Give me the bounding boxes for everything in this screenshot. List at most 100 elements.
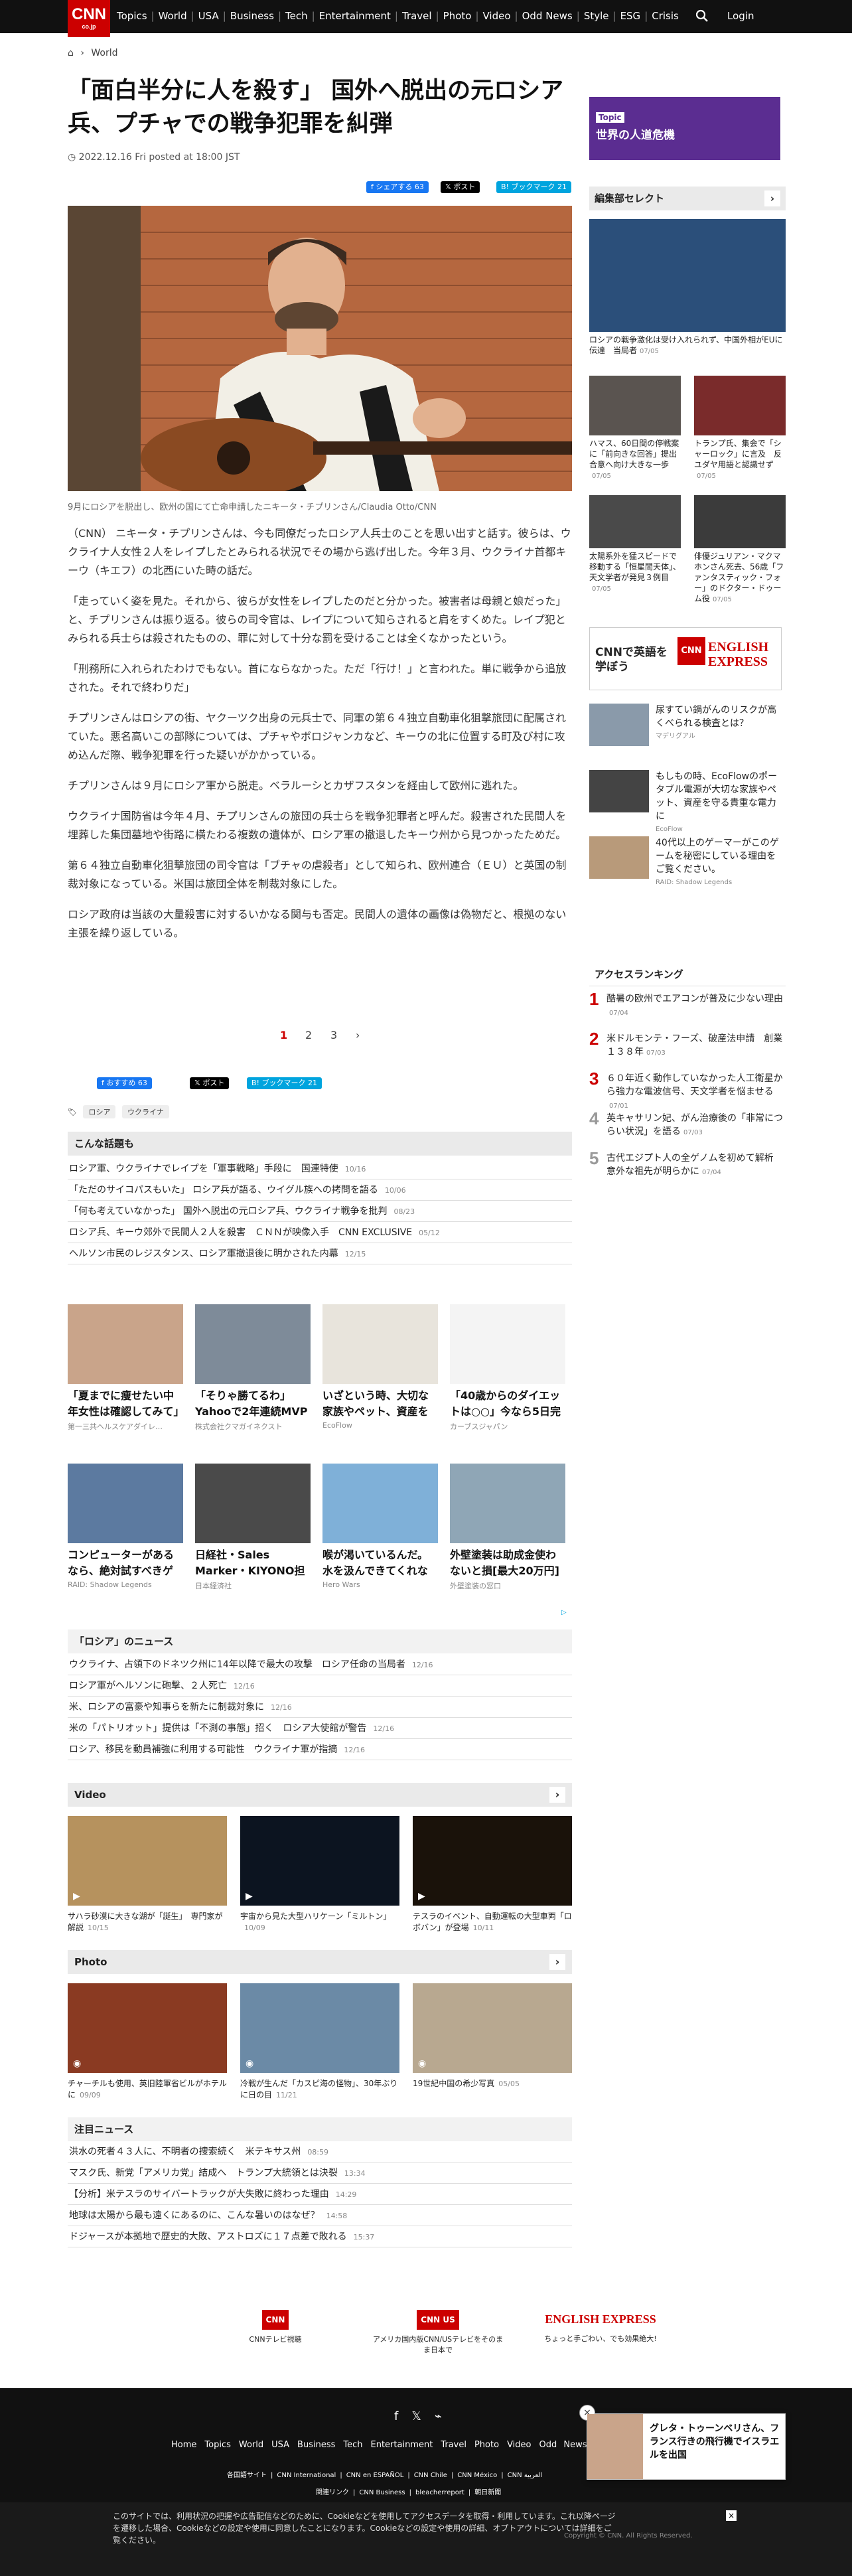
media-card[interactable]: ▶ テスラのイベント、自動運転の大型車両「ロボバン」が登場 10/11 (413, 1816, 572, 1933)
sponsored-card[interactable]: いざという時、大切な家族やペット、資産を守る準備はできてい… EcoFlow (322, 1304, 438, 1430)
photo-more-icon[interactable]: › (549, 1954, 565, 1970)
list-item[interactable]: 米の「パトリオット」提供は「不測の事態」招く ロシア大使館が警告 12/16 (68, 1718, 572, 1739)
cookie-close-icon[interactable]: × (726, 2510, 737, 2521)
footer-nav-item[interactable]: Travel (441, 2440, 466, 2450)
notification-popup[interactable]: × グレタ・トゥーンベリさん、フランス行きの飛行機でイスラエルを出国 (579, 2405, 786, 2480)
footer-link[interactable]: 関連リンク (316, 2489, 349, 2496)
list-item[interactable]: 「何も考えていなかった」 国外へ脱出の元ロシア兵、ウクライナ戦争を批判 08/23 (68, 1201, 572, 1222)
sponsored-card[interactable]: 外壁塗装は助成金使わないと損[最大20万円]外壁塗装の助成金外壁塗装の窓口 (450, 1464, 565, 1591)
topic-banner[interactable]: Topic 世界の人道危機 (589, 97, 780, 160)
footer-nav-item[interactable]: Topics (204, 2440, 230, 2450)
media-card[interactable]: ▶ サハラ砂漠に大きな湖が「誕生」 専門家が解説 10/15 (68, 1816, 227, 1933)
footer-link[interactable]: bleacherreport (415, 2489, 464, 2496)
editor-pick-card[interactable]: 俳優ジュリアン・マクマホンさん死去、56歳「ファンタスティック・フォー」のドクタ… (694, 495, 786, 605)
hatena-bookmark-button[interactable]: B! ブックマーク 21 (496, 181, 571, 193)
list-item[interactable]: ロシア兵、キーウ郊外で民間人２人を殺害 ＣＮＮが映像入手 CNN EXCLUSI… (68, 1222, 572, 1243)
list-item[interactable]: ヘルソン市民のレジスタンス、ロシア軍撤退後に明かされた内幕 12/15 (68, 1243, 572, 1264)
media-card[interactable]: ◉ チャーチルも使用、英旧陸軍省ビルがホテルに 09/09 (68, 1983, 227, 2101)
nav-item[interactable]: Travel (402, 10, 432, 22)
ranking-item[interactable]: 4 英キャサリン妃、がん治療後の「非常につらい状況」を語る 07/03 (589, 1110, 786, 1145)
list-item[interactable]: 米、ロシアの富豪や知事らを新たに制裁対象に 12/16 (68, 1697, 572, 1718)
nav-item[interactable]: Video (483, 10, 511, 22)
list-item[interactable]: 地球は太陽から最も遠くにあるのに、こんな暑いのはなぜ？ 14:58 (68, 2205, 572, 2226)
x-post-button-bottom[interactable]: 𝕏 ポスト (190, 1077, 230, 1089)
facebook-recommend-button[interactable]: f おすすめ 63 (97, 1077, 152, 1089)
nav-item[interactable]: USA (198, 10, 219, 22)
nav-item[interactable]: Tech (285, 10, 308, 22)
footer-nav-item[interactable]: Photo (474, 2440, 499, 2450)
hatena-bookmark-button-bottom[interactable]: B! ブックマーク 21 (247, 1077, 322, 1089)
breadcrumb-world[interactable]: World (91, 48, 117, 58)
footer-link[interactable]: CNN México (457, 2472, 497, 2479)
footer-nav-item[interactable]: Odd News (539, 2440, 587, 2450)
footer-nav-item[interactable]: Home (171, 2440, 196, 2450)
search-icon[interactable] (695, 9, 709, 25)
cnn-logo[interactable]: CNN co.jp (68, 0, 110, 37)
list-item[interactable]: ドジャースが本拠地で歴史的大敗、アストロズに１７点差で敗れる 15:37 (68, 2226, 572, 2247)
x-icon[interactable]: 𝕏 (411, 2409, 435, 2423)
list-item[interactable]: ロシア、移民を動員補強に利用する可能性 ウクライナ軍が指摘 12/16 (68, 1739, 572, 1760)
tag-ukraine[interactable]: ウクライナ (121, 1105, 169, 1118)
footer-nav-item[interactable]: Video (507, 2440, 531, 2450)
editor-pick-card[interactable]: 太陽系外を猛スピードで移動する「恒星間天体」、天文学者が発見３例目 07/05 (589, 495, 681, 595)
nav-item[interactable]: World (159, 10, 187, 22)
nav-item[interactable]: Entertainment (319, 10, 391, 22)
footer-link[interactable]: CNN العربية (508, 2472, 542, 2479)
footer-nav-item[interactable]: Tech (343, 2440, 362, 2450)
footer-service-logo[interactable]: CNN CNNテレビ視聴 (219, 2310, 332, 2344)
nav-item[interactable]: Topics (117, 10, 147, 22)
footer-nav-item[interactable]: USA (271, 2440, 289, 2450)
footer-link[interactable]: CNN International (277, 2472, 336, 2479)
list-item[interactable]: 「ただのサイコパスもいた」 ロシア兵が語る、ウイグル族への拷問を語る 10/06 (68, 1179, 572, 1201)
home-icon[interactable]: ⌂ (68, 48, 74, 58)
ranking-item[interactable]: 5 古代エジプト人の全ゲノムを初めて解析 意外な祖先が明らかに 07/04 (589, 1150, 786, 1185)
next-page-icon[interactable]: › (356, 1029, 360, 1041)
footer-nav-item[interactable]: Business (297, 2440, 335, 2450)
english-express-banner[interactable]: CNNで英語を学ぼう CNN ENGLISH EXPRESS (589, 627, 782, 690)
page-2[interactable]: 2 (305, 1029, 312, 1041)
list-item[interactable]: 洪水の死者４３人に、不明者の捜索続く 米テキサス州 08:59 (68, 2141, 572, 2162)
sponsored-card[interactable]: 「40歳からのダイエットは○○」今なら5日完全無料で試せるらし… カーブスジャパン (450, 1304, 565, 1432)
sponsored-card[interactable]: 日経社・Sales Marker・KIYONO担当者が語る、インテ… 日本経済社 (195, 1464, 311, 1591)
nav-item[interactable]: Photo (443, 10, 472, 22)
media-card[interactable]: ◉ 冷戦が生んだ「カスピ海の怪物」、30年ぶりに日の目 11/21 (240, 1983, 399, 2101)
login-link[interactable]: Login (727, 10, 754, 22)
editor-select-more-icon[interactable]: › (764, 190, 780, 206)
ranking-item[interactable]: 2 米ドルモンテ・フーズ、破産法申請 創業１３８年 07/03 (589, 1030, 786, 1065)
x-post-button[interactable]: 𝕏 ポスト (441, 181, 480, 193)
footer-service-logo[interactable]: CNN US アメリカ国内版CNN/USテレビをそのまま日本で (372, 2310, 504, 2355)
list-item[interactable]: 【分析】米テスラのサイバートラックが大失敗に終わった理由 14:29 (68, 2184, 572, 2205)
footer-link[interactable]: CNN Business (359, 2489, 405, 2496)
media-card[interactable]: ▶ 宇宙から見た大型ハリケーン「ミルトン」 10/09 (240, 1816, 399, 1933)
ranking-item[interactable]: 1 酷暑の欧州でエアコンが普及に少ない理由 07/04 (589, 990, 786, 1025)
list-item[interactable]: ウクライナ、占領下のドネツク州に14年以降で最大の攻撃 ロシア任命の当局者 12/… (68, 1654, 572, 1675)
sponsored-card[interactable]: 「そりゃ勝てるわ」Yahooで2年連続MVP受賞した"投… 株式会社クマガイネクス… (195, 1304, 311, 1432)
nav-item[interactable]: Style (584, 10, 609, 22)
editor-pick-card[interactable]: ハマス、60日間の停戦案に「前向きな回答」提出 合意へ向け大きな一歩 07/05 (589, 376, 685, 482)
page-3[interactable]: 3 (330, 1029, 337, 1041)
list-item[interactable]: ロシア軍がヘルソンに砲撃、２人死亡 12/16 (68, 1675, 572, 1697)
tag-russia[interactable]: ロシア (83, 1105, 116, 1118)
footer-link[interactable]: 朝日新聞 (474, 2489, 501, 2496)
list-item[interactable]: マスク氏、新党「アメリカ党」結成へ トランプ大統領とは決裂 13:34 (68, 2162, 572, 2184)
nav-item[interactable]: ESG (620, 10, 641, 22)
ranking-item[interactable]: 3 ６０年近く動作していなかった人工衛星から強力な電波信号、天文学者を悩ませる 07… (589, 1070, 786, 1110)
facebook-icon[interactable]: f (394, 2409, 411, 2423)
sidebar-sponsored[interactable]: 40代以上のゲーマーがこのゲームを秘密にしている理由をご覧ください。 RAID: … (589, 836, 782, 889)
rss-icon[interactable]: ⌁ (435, 2409, 455, 2423)
footer-nav-item[interactable]: World (239, 2440, 263, 2450)
facebook-share-button[interactable]: f シェアする 63 (366, 181, 429, 193)
nav-item[interactable]: Business (230, 10, 274, 22)
sponsored-card[interactable]: コンピューターがあるなら、絶対試すべきゲーム RAID: Shadow Legen… (68, 1464, 183, 1589)
adchoices-icon[interactable]: ▷ (561, 1609, 567, 1616)
editor-pick-card[interactable]: トランプ氏、集会で「シャーロック」に言及 反ユダヤ用語と認識せず 07/05 (694, 376, 786, 482)
nav-item[interactable]: Crisis (652, 10, 679, 22)
footer-service-logo[interactable]: ENGLISH EXPRESS ちょっと手ごわい、でも効果絶大! (544, 2310, 657, 2344)
footer-link[interactable]: 各国語サイト (227, 2472, 267, 2479)
nav-item[interactable]: Odd News (522, 10, 573, 22)
media-card[interactable]: ◉ 19世紀中国の希少写真 05/05 (413, 1983, 572, 2089)
page-1[interactable]: 1 (280, 1029, 287, 1041)
sidebar-sponsored[interactable]: もしもの時、EcoFlowのポータブル電源が大切な家族やペット、資産を守る貴重な… (589, 770, 782, 833)
sponsored-card[interactable]: 喉が渇いているんだ。水を汲んできてくれないか? Hero Wars (322, 1464, 438, 1589)
editor-pick-card[interactable]: ロシアの戦争激化は受け入れられず、中国外相がEUに伝達 当局者 07/05 (589, 219, 786, 357)
